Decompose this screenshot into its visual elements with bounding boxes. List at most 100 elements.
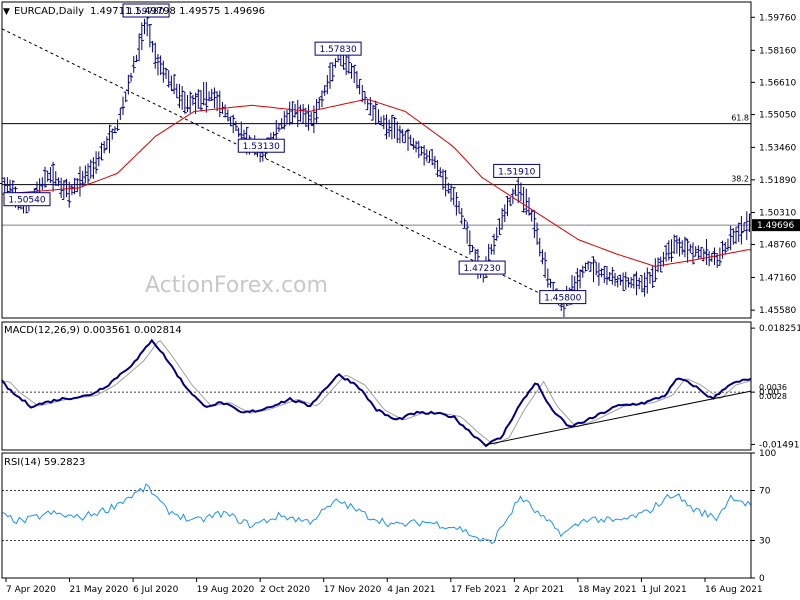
price-bar — [185, 95, 190, 113]
price-bar — [59, 177, 64, 199]
price-bar — [45, 170, 50, 182]
price-bar — [212, 87, 217, 109]
price-bar — [120, 96, 125, 115]
watermark: ActionForex.com — [145, 273, 328, 298]
price-bar — [548, 278, 553, 288]
price-bar — [492, 233, 497, 255]
price-bar — [298, 104, 303, 122]
price-bar — [629, 277, 634, 289]
price-bar — [438, 167, 443, 178]
price-bar — [709, 252, 714, 263]
price-annotation-label: 1.45800 — [544, 294, 581, 304]
fib-label: 61.8 — [731, 114, 749, 123]
price-bar — [354, 70, 359, 89]
price-bar — [599, 268, 604, 278]
price-bar — [529, 209, 534, 222]
price-bar — [516, 176, 521, 204]
price-bar — [535, 222, 540, 245]
price-bar — [357, 78, 362, 95]
price-bar — [142, 18, 147, 35]
price-bar — [198, 90, 203, 112]
price-bar — [693, 246, 698, 257]
price-bar — [462, 218, 467, 229]
rsi-line — [1, 483, 752, 545]
price-bar — [115, 119, 120, 131]
price-bar — [451, 186, 456, 206]
price-bar — [137, 33, 142, 62]
fib-label: 38.2 — [731, 175, 749, 184]
price-bar — [602, 265, 607, 283]
price-y-tick-label: 1.45580 — [759, 306, 796, 316]
price-bar — [494, 227, 499, 241]
macd-header: MACD(12,26,9) 0.003561 0.002814 — [4, 325, 182, 336]
price-bar — [666, 240, 671, 261]
macd-y-tick-label: 0.018251 — [759, 324, 800, 334]
price-header-ohlc: 1.49711 1.49798 1.49575 1.49696 — [90, 6, 265, 17]
price-bar — [190, 94, 195, 106]
rsi-header: RSI(14) 59.2823 — [4, 457, 85, 468]
macd-panel: 0.0182510.00-0.014910.00360.0028 — [1, 324, 800, 450]
price-bar — [688, 244, 693, 254]
forex-chart: 1.59760 1.58160 1.56610 1.55050 1.53460 1.518… — [0, 1, 800, 595]
price-bar — [545, 268, 550, 288]
x-tick-label: 6 Jul 2020 — [133, 585, 178, 595]
price-bar — [352, 64, 357, 84]
macd-signal-line — [2, 340, 752, 445]
price-bar — [333, 58, 338, 68]
price-y-tick-label: 1.56610 — [759, 78, 796, 88]
price-y-tick-label: 1.59760 — [759, 13, 796, 23]
price-bar — [306, 104, 311, 131]
price-bar — [537, 237, 542, 257]
price-bar — [691, 242, 696, 265]
price-bar — [734, 226, 739, 245]
price-bar — [626, 277, 631, 288]
price-bar — [497, 218, 502, 235]
price-annotation-label: 1.53130 — [243, 142, 280, 152]
x-tick-label: 17 Nov 2020 — [324, 585, 382, 595]
rsi-y-tick-label: 70 — [759, 487, 771, 497]
macd-line — [1, 338, 752, 448]
price-bar — [650, 265, 655, 289]
x-tick-label: 19 Aug 2020 — [197, 585, 255, 595]
x-tick-label: 2 Oct 2020 — [260, 585, 310, 595]
price-bar — [217, 90, 222, 118]
price-bar — [215, 91, 220, 112]
price-bar — [131, 55, 136, 73]
price-bar — [685, 238, 690, 263]
price-bar — [123, 91, 128, 103]
price-bar — [134, 54, 139, 63]
price-bar — [48, 167, 53, 183]
price-bar — [169, 75, 174, 92]
price-bar — [94, 151, 99, 174]
price-bar — [236, 127, 241, 138]
price-bar — [604, 266, 609, 285]
price-bar — [631, 273, 636, 289]
macd-current-label: 0.0036 — [759, 383, 787, 392]
price-bar — [454, 192, 459, 216]
price-bar — [110, 128, 115, 140]
price-bar — [118, 107, 123, 120]
x-tick-label: 17 Feb 2021 — [451, 585, 507, 595]
price-bar — [67, 181, 72, 208]
price-bar — [188, 91, 193, 114]
price-bar — [424, 149, 429, 162]
price-bar — [435, 159, 440, 177]
price-bar — [276, 124, 281, 132]
price-bar — [384, 114, 389, 140]
price-bar — [422, 145, 427, 166]
rsi-y-tick-label: 30 — [759, 537, 771, 547]
price-bar — [196, 89, 201, 109]
price-bar — [591, 256, 596, 283]
price-bar — [392, 116, 397, 139]
price-y-tick-label: 1.53460 — [759, 143, 796, 153]
price-bar — [639, 275, 644, 293]
price-bar — [96, 151, 101, 167]
price-header-dropdown-icon[interactable]: ▼ — [3, 7, 10, 17]
price-y-tick-label: 1.47160 — [759, 274, 796, 284]
price-bar — [83, 165, 88, 184]
price-bar — [204, 81, 209, 113]
price-bar — [40, 177, 45, 191]
price-bar — [664, 244, 669, 262]
price-bar — [408, 134, 413, 146]
price-bar — [459, 208, 464, 225]
